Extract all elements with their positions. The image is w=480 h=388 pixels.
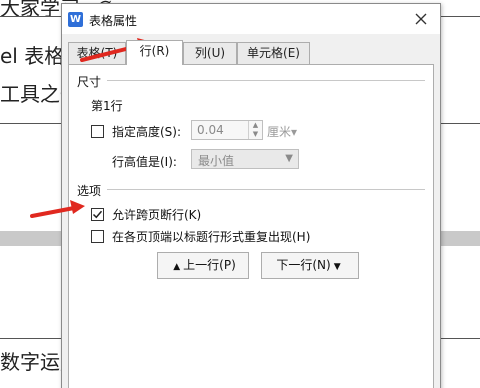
- size-section-title: 尺寸: [77, 75, 102, 89]
- tab-row[interactable]: 行(R): [126, 40, 183, 65]
- checkmark-icon: [92, 210, 103, 219]
- height-unit-dropdown[interactable]: 厘米▾: [267, 123, 297, 140]
- doc-line-2: el 表格: [0, 44, 65, 68]
- arrow-up-icon: ▲: [173, 262, 181, 272]
- next-row-label: 下一行(N): [276, 258, 331, 272]
- height-spinbox[interactable]: 0.04 ▲ ▼: [191, 120, 263, 140]
- row-height-type-select[interactable]: 最小值 ▼: [191, 149, 299, 169]
- allow-break-label: 允许跨页断行(K): [112, 208, 202, 222]
- spin-up-icon[interactable]: ▲: [249, 121, 262, 130]
- spin-down-icon[interactable]: ▼: [249, 130, 262, 139]
- repeat-header-label: 在各页顶端以标题行形式重复出现(H): [112, 230, 311, 244]
- chevron-down-icon: ▼: [285, 153, 293, 164]
- tab-column[interactable]: 列(U): [183, 42, 237, 64]
- row-tab-panel: 尺寸 第1行 指定高度(S): 0.04 ▲ ▼ 厘米▾ 行高值是(I): 最小…: [68, 64, 434, 388]
- section-divider: [107, 80, 425, 81]
- section-divider: [107, 189, 425, 190]
- options-section-title: 选项: [77, 184, 102, 198]
- height-value: 0.04: [197, 123, 224, 137]
- specify-height-label: 指定高度(S):: [112, 125, 182, 139]
- specify-height-checkbox[interactable]: [91, 125, 104, 138]
- dialog-title: 表格属性: [89, 14, 138, 28]
- annotation-arrow-icon: [30, 200, 85, 218]
- arrow-down-icon: ▼: [333, 262, 341, 272]
- wps-app-icon: W: [68, 12, 83, 27]
- prev-row-label: 上一行(P): [183, 258, 236, 272]
- row-number-label: 第1行: [91, 99, 123, 113]
- row-height-is-label: 行高值是(I):: [112, 155, 177, 169]
- close-button[interactable]: [412, 10, 430, 28]
- row-height-type-value: 最小值: [198, 154, 235, 168]
- close-icon: [415, 13, 427, 25]
- prev-row-button[interactable]: ▲ 上一行(P): [157, 252, 249, 279]
- repeat-header-checkbox[interactable]: [91, 230, 104, 243]
- next-row-button[interactable]: 下一行(N) ▼: [261, 252, 359, 279]
- spin-arrows[interactable]: ▲ ▼: [248, 121, 262, 139]
- tab-cell[interactable]: 单元格(E): [237, 42, 310, 64]
- dialog-titlebar[interactable]: W 表格属性: [62, 4, 440, 34]
- allow-break-checkbox[interactable]: [91, 208, 104, 221]
